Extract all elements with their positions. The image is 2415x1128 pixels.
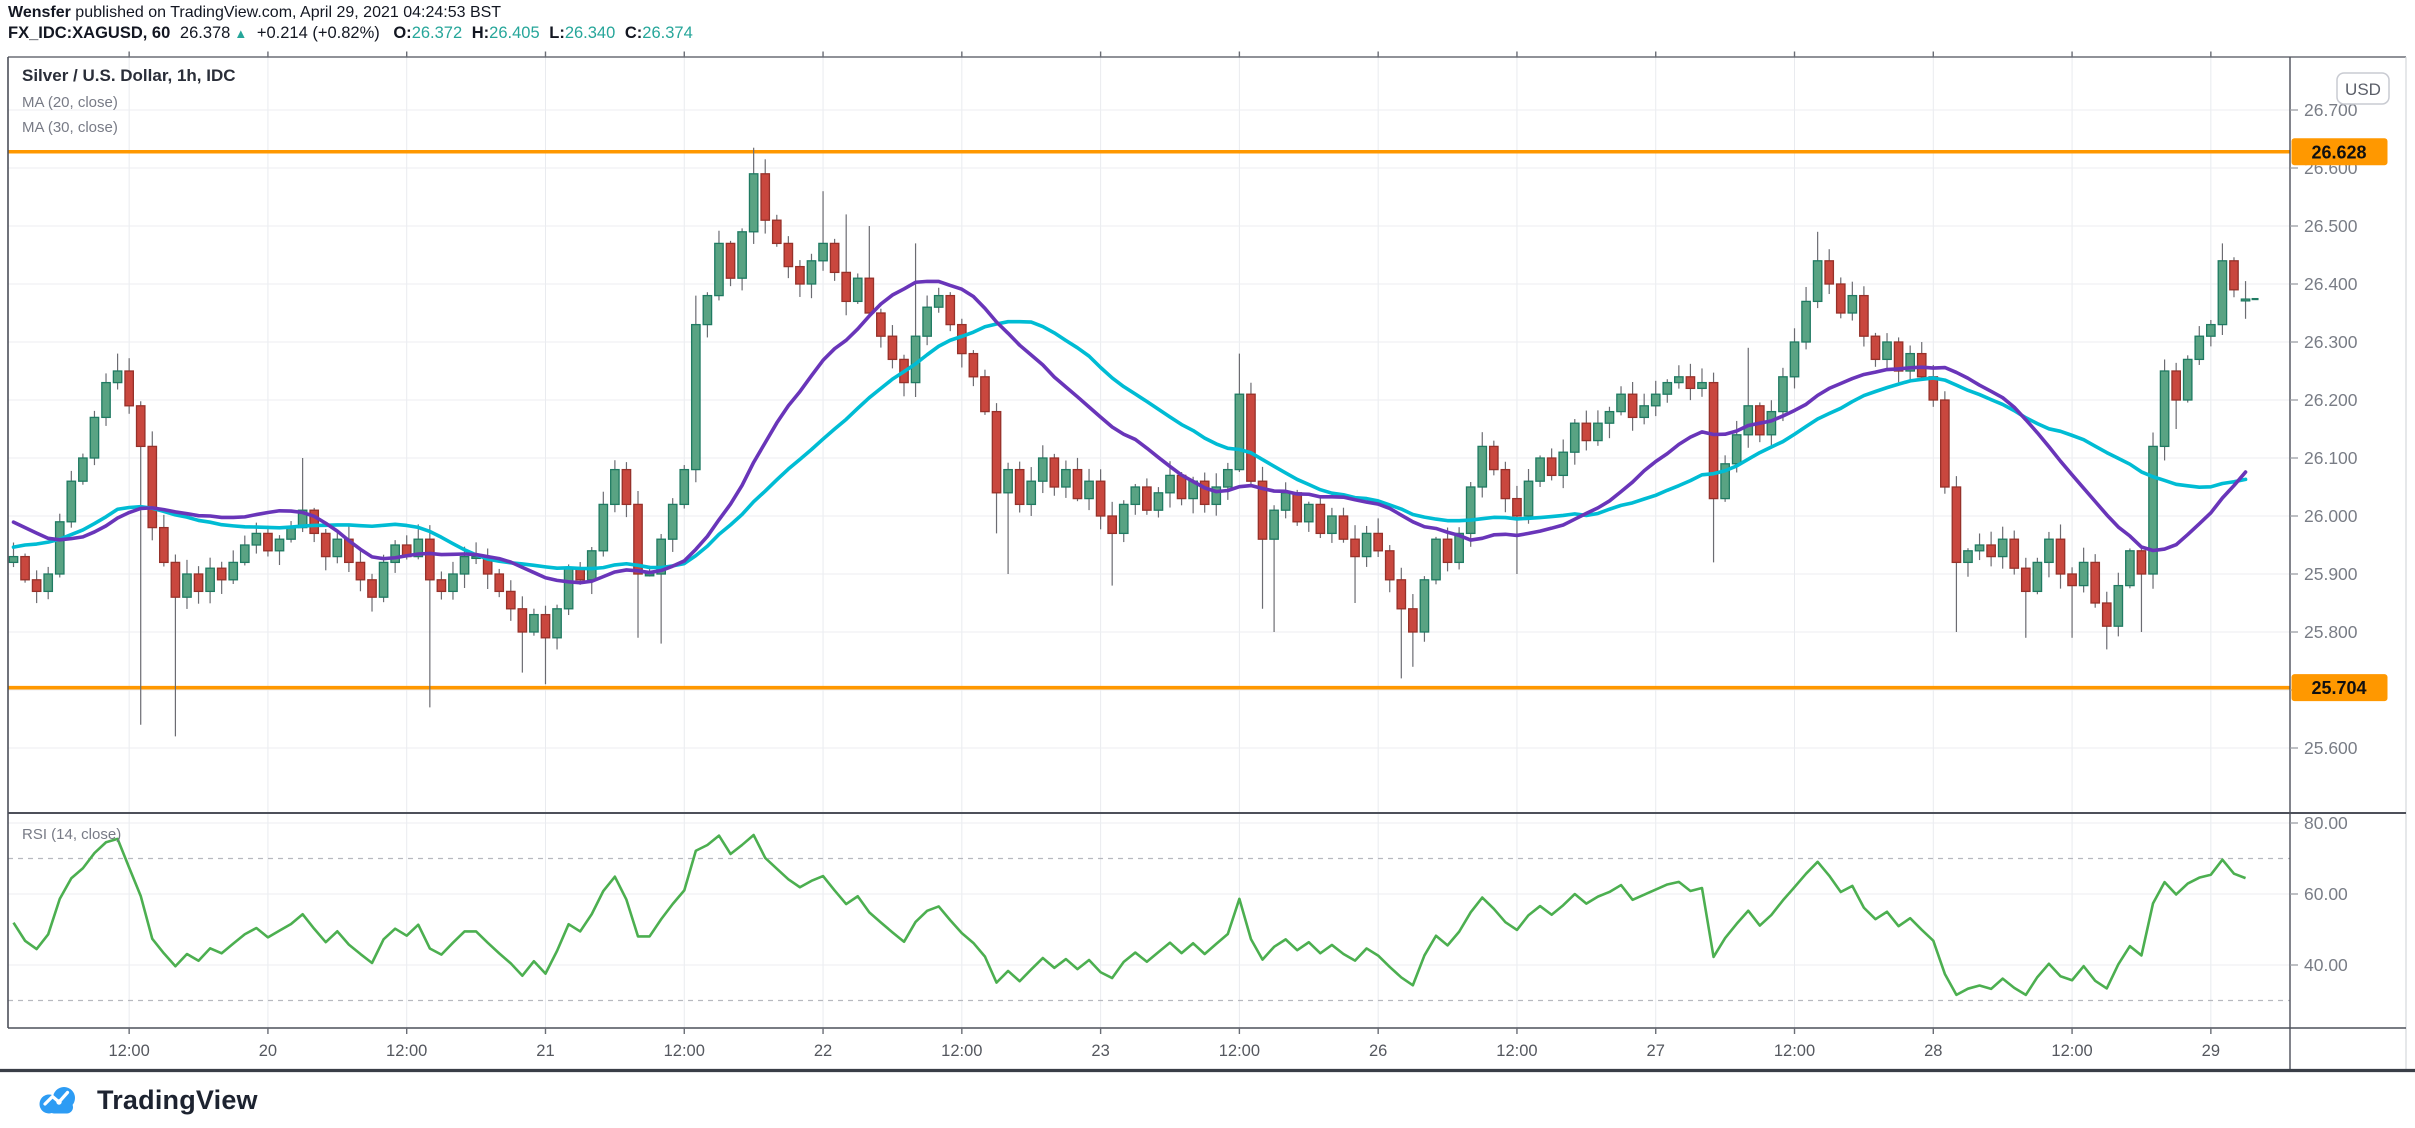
candlesticks	[9, 148, 2258, 737]
time-axis-label: 26	[1369, 1042, 1387, 1060]
last-price: 26.378	[180, 24, 230, 42]
time-axis-label: 27	[1647, 1042, 1665, 1060]
price-axis-label: 26.000	[2304, 506, 2358, 526]
rsi-axis[interactable]: 80.00 60.00 40.00	[2290, 813, 2348, 975]
price-axis-label: 26.200	[2304, 390, 2358, 410]
ma30-legend[interactable]: MA (30, close)	[22, 119, 236, 136]
price-axis-label: 26.100	[2304, 448, 2358, 468]
rsi-axis-label: 40.00	[2304, 955, 2348, 975]
price-axis-label: 25.900	[2304, 564, 2358, 584]
time-axis-label: 22	[814, 1042, 832, 1060]
price-axis-label: 26.500	[2304, 216, 2358, 236]
high-value: 26.405	[489, 24, 539, 42]
rsi-legend[interactable]: RSI (14, close)	[22, 826, 121, 843]
rsi-axis-label: 80.00	[2304, 813, 2348, 833]
currency-button-label: USD	[2345, 80, 2381, 99]
chart-canvas[interactable]: 26.70026.60026.50026.40026.30026.20026.1…	[0, 0, 2415, 1075]
time-axis-label: 28	[1924, 1042, 1942, 1060]
price-axis-label: 26.300	[2304, 332, 2358, 352]
time-axis-label: 12:00	[2051, 1042, 2092, 1060]
publish-info-text: published on TradingView.com, April 29, …	[71, 4, 501, 21]
rsi-axis-label: 60.00	[2304, 884, 2348, 904]
level-badge-label: 26.628	[2311, 142, 2366, 162]
time-axis-label: 23	[1091, 1042, 1109, 1060]
up-arrow-icon: ▲	[234, 26, 247, 41]
ma20-legend[interactable]: MA (20, close)	[22, 94, 236, 111]
tradingview-cloud-icon	[36, 1084, 84, 1116]
time-axis-label: 21	[536, 1042, 554, 1060]
chart-title[interactable]: Silver / U.S. Dollar, 1h, IDC	[22, 66, 236, 86]
level-price-badge: 25.704	[2292, 674, 2388, 701]
time-axis-label: 12:00	[941, 1042, 982, 1060]
time-axis-label: 12:00	[386, 1042, 427, 1060]
open-value: 26.372	[412, 24, 462, 42]
low-label: L:	[549, 24, 565, 42]
close-value: 26.374	[642, 24, 692, 42]
tradingview-logo-text: TradingView	[97, 1085, 258, 1116]
price-change: +0.214 (+0.82%)	[257, 24, 380, 42]
level-badge-label: 25.704	[2311, 678, 2366, 698]
time-axis-label: 12:00	[664, 1042, 705, 1060]
symbol-quote-line: FX_IDC:XAGUSD, 60 26.378 ▲ +0.214 (+0.82%…	[8, 23, 693, 44]
chart-legend: Silver / U.S. Dollar, 1h, IDC MA (20, cl…	[22, 66, 236, 136]
publish-line: Wensfer published on TradingView.com, Ap…	[8, 3, 693, 23]
time-axis-label: 20	[259, 1042, 277, 1060]
open-label: O:	[393, 24, 411, 42]
price-axis-label: 25.600	[2304, 738, 2358, 758]
time-axis-label: 12:00	[1774, 1042, 1815, 1060]
high-label: H:	[472, 24, 489, 42]
price-axis[interactable]: 26.70026.60026.50026.40026.30026.20026.1…	[2290, 100, 2358, 758]
time-axis-label: 12:00	[1219, 1042, 1260, 1060]
symbol-name[interactable]: FX_IDC:XAGUSD, 60	[8, 24, 170, 42]
close-label: C:	[625, 24, 642, 42]
publish-header: Wensfer published on TradingView.com, Ap…	[8, 3, 693, 44]
currency-button[interactable]: USD	[2337, 73, 2389, 104]
author-link[interactable]: Wensfer	[8, 4, 71, 21]
time-axis-label: 12:00	[1496, 1042, 1537, 1060]
tradingview-logo[interactable]: TradingView	[36, 1084, 258, 1116]
price-axis-label: 26.400	[2304, 274, 2358, 294]
time-axis-label: 12:00	[109, 1042, 150, 1060]
time-axis-label: 29	[2202, 1042, 2220, 1060]
low-value: 26.340	[565, 24, 615, 42]
price-axis-label: 25.800	[2304, 622, 2358, 642]
level-price-badge: 26.628	[2292, 138, 2388, 165]
